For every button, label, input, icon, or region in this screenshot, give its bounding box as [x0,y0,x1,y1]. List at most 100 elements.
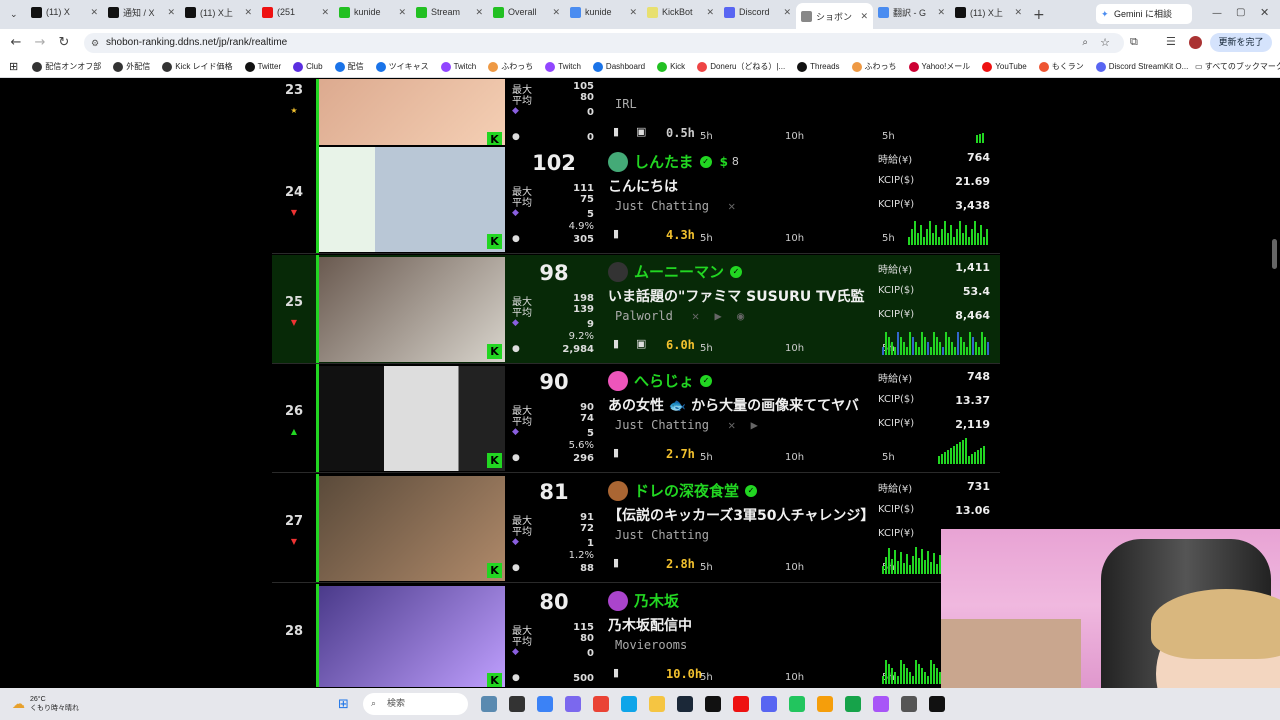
taskbar-app-icon[interactable] [873,696,889,712]
bookmark-13[interactable]: Threads [797,61,840,72]
bookmark-15[interactable]: Yahoo!メール [908,61,970,72]
minimize-button[interactable]: — [1212,8,1222,19]
x-icon[interactable]: ✕ [728,199,735,213]
taskbar-app-icon[interactable] [705,696,721,712]
x-icon[interactable]: ✕ [692,309,699,323]
tab-4[interactable]: kunide ✕ [334,0,411,24]
tab-5[interactable]: Stream ✕ [411,0,488,24]
ranking-row[interactable]: 23 ★ K 最大 105 平均 80 ◆ 0 ● 0 IRL ▮ ▣ 0.5h… [272,79,1000,152]
youtube-icon[interactable]: ▶ [715,309,722,323]
stream-thumbnail[interactable]: K [319,147,505,252]
stream-thumbnail[interactable]: K [319,79,505,150]
taskbar-app-icon[interactable] [901,696,917,712]
gemini-button[interactable]: ✦ Gemini に相談 [1096,4,1192,24]
apps-icon[interactable]: ⊞ [9,60,18,73]
taskbar-app-icon[interactable] [929,696,945,712]
tab-list-button[interactable]: ⌄ [4,3,26,27]
bookmark-16[interactable]: YouTube [982,61,1027,72]
taskbar-app-icon[interactable] [845,696,861,712]
streamer-name[interactable]: しんたま ✓ $8 [608,151,739,172]
tab-10[interactable]: ショボン ✕ [796,3,873,29]
close-tab-icon[interactable]: ✕ [1014,7,1022,18]
chart-icon[interactable]: ▮ [613,228,623,239]
taskbar-app-icon[interactable] [537,696,553,712]
tab-6[interactable]: Overall ✕ [488,0,565,24]
bookmark-8[interactable]: ふわっち [488,61,533,72]
tab-search-icon[interactable]: ☰ [1166,35,1176,48]
discord-icon[interactable]: ◉ [737,309,744,323]
bookmark-12[interactable]: Doneru（どねる）|... [697,61,785,72]
close-tab-icon[interactable]: ✕ [475,7,483,18]
maximize-button[interactable]: ▢ [1236,7,1245,18]
close-tab-icon[interactable]: ✕ [244,7,252,18]
ranking-row[interactable]: 26 ▲ K 90 最大 90 平均 74 ◆ 5 5.6% ● 296 へらじ… [272,364,1000,473]
stream-thumbnail[interactable]: K [319,476,505,581]
taskbar-app-icon[interactable] [509,696,525,712]
profile-avatar[interactable] [1189,36,1202,49]
bookmark-2[interactable]: Kick レイド価格 [162,61,233,72]
bookmark-9[interactable]: Twitch [545,61,581,72]
bookmark-17[interactable]: もくラン [1038,61,1084,72]
stream-thumbnail[interactable]: K [319,257,505,362]
tab-9[interactable]: Discord ✕ [719,0,796,24]
tab-2[interactable]: (11) X上 ✕ [180,0,257,24]
taskbar-app-icon[interactable] [565,696,581,712]
clip-icon[interactable]: ▣ [636,125,646,138]
bookmark-18[interactable]: Discord StreamKit O... [1095,61,1188,72]
tab-12[interactable]: (11) X上 ✕ [950,0,1027,24]
bookmark-6[interactable]: ツイキャス [375,61,429,72]
tab-1[interactable]: 通知 / X ✕ [103,0,180,24]
taskbar-app-icon[interactable] [621,696,637,712]
chart-icon[interactable]: ▮ [613,338,623,349]
bookmark-3[interactable]: Twitter [244,61,281,72]
close-tab-icon[interactable]: ✕ [90,7,98,18]
close-window-button[interactable]: ✕ [1260,6,1269,19]
url-input[interactable]: ⚙ shobon-ranking.ddns.net/jp/rank/realti… [84,33,1124,53]
close-tab-icon[interactable]: ✕ [629,7,637,18]
taskbar-app-icon[interactable] [649,696,665,712]
taskbar-app-icon[interactable] [593,696,609,712]
streamer-name[interactable]: ムーニーマン ✓ [608,261,743,282]
streamer-name[interactable]: へらじょ ✓ [608,370,713,391]
extensions-icon[interactable]: ⧉ [1130,35,1138,49]
bookmark-5[interactable]: 配信 [334,61,364,72]
close-tab-icon[interactable]: ✕ [860,11,868,22]
close-tab-icon[interactable]: ✕ [398,7,406,18]
forward-button[interactable]: → [28,35,52,50]
streamer-name[interactable]: ドレの深夜食堂 ✓ [608,480,758,501]
bookmark-10[interactable]: Dashboard [592,61,645,72]
bookmark-0[interactable]: 配信オンオフ部 [32,61,101,72]
chart-icon[interactable]: ▮ [613,447,623,458]
streamer-name[interactable]: 乃木坂 [608,590,679,611]
close-tab-icon[interactable]: ✕ [321,7,329,18]
all-bookmarks-button[interactable]: ▭ すべてのブックマーク [1195,61,1280,72]
zoom-icon[interactable]: ⌕ [1082,33,1088,53]
chart-icon[interactable]: ▮ [613,667,623,678]
bookmark-star-icon[interactable]: ☆ [1100,33,1110,53]
ranking-row[interactable]: 25 ▼ K 98 最大 198 平均 139 ◆ 9 9.2% ● 2,984… [272,255,1000,364]
tab-3[interactable]: (251 ✕ [257,0,334,24]
bookmark-1[interactable]: 外配信 [113,61,150,72]
reload-button[interactable]: ↻ [52,35,76,50]
bookmark-11[interactable]: Kick [657,61,685,72]
chart-icon[interactable]: ▮ [613,126,623,137]
taskbar-app-icon[interactable] [481,696,497,712]
tab-8[interactable]: KickBot ✕ [642,0,719,24]
close-tab-icon[interactable]: ✕ [167,7,175,18]
bookmark-4[interactable]: Club [293,61,323,72]
taskbar-app-icon[interactable] [677,696,693,712]
ranking-row[interactable]: 28 K 80 最大 115 平均 80 ◆ 0 ● 500 乃木坂 乃木坂配信… [272,584,1000,687]
bookmark-7[interactable]: Twitch [440,61,476,72]
close-tab-icon[interactable]: ✕ [783,7,791,18]
taskbar-app-icon[interactable] [761,696,777,712]
close-tab-icon[interactable]: ✕ [937,7,945,18]
x-icon[interactable]: ✕ [728,418,735,432]
taskbar-app-icon[interactable] [733,696,749,712]
close-tab-icon[interactable]: ✕ [552,7,560,18]
stream-thumbnail[interactable]: K [319,366,505,471]
back-button[interactable]: ← [4,35,28,50]
tab-0[interactable]: (11) X ✕ [26,0,103,24]
new-tab-button[interactable]: + [1033,7,1045,23]
clip-icon[interactable]: ▣ [636,337,646,350]
bookmark-14[interactable]: ふわっち [851,61,897,72]
